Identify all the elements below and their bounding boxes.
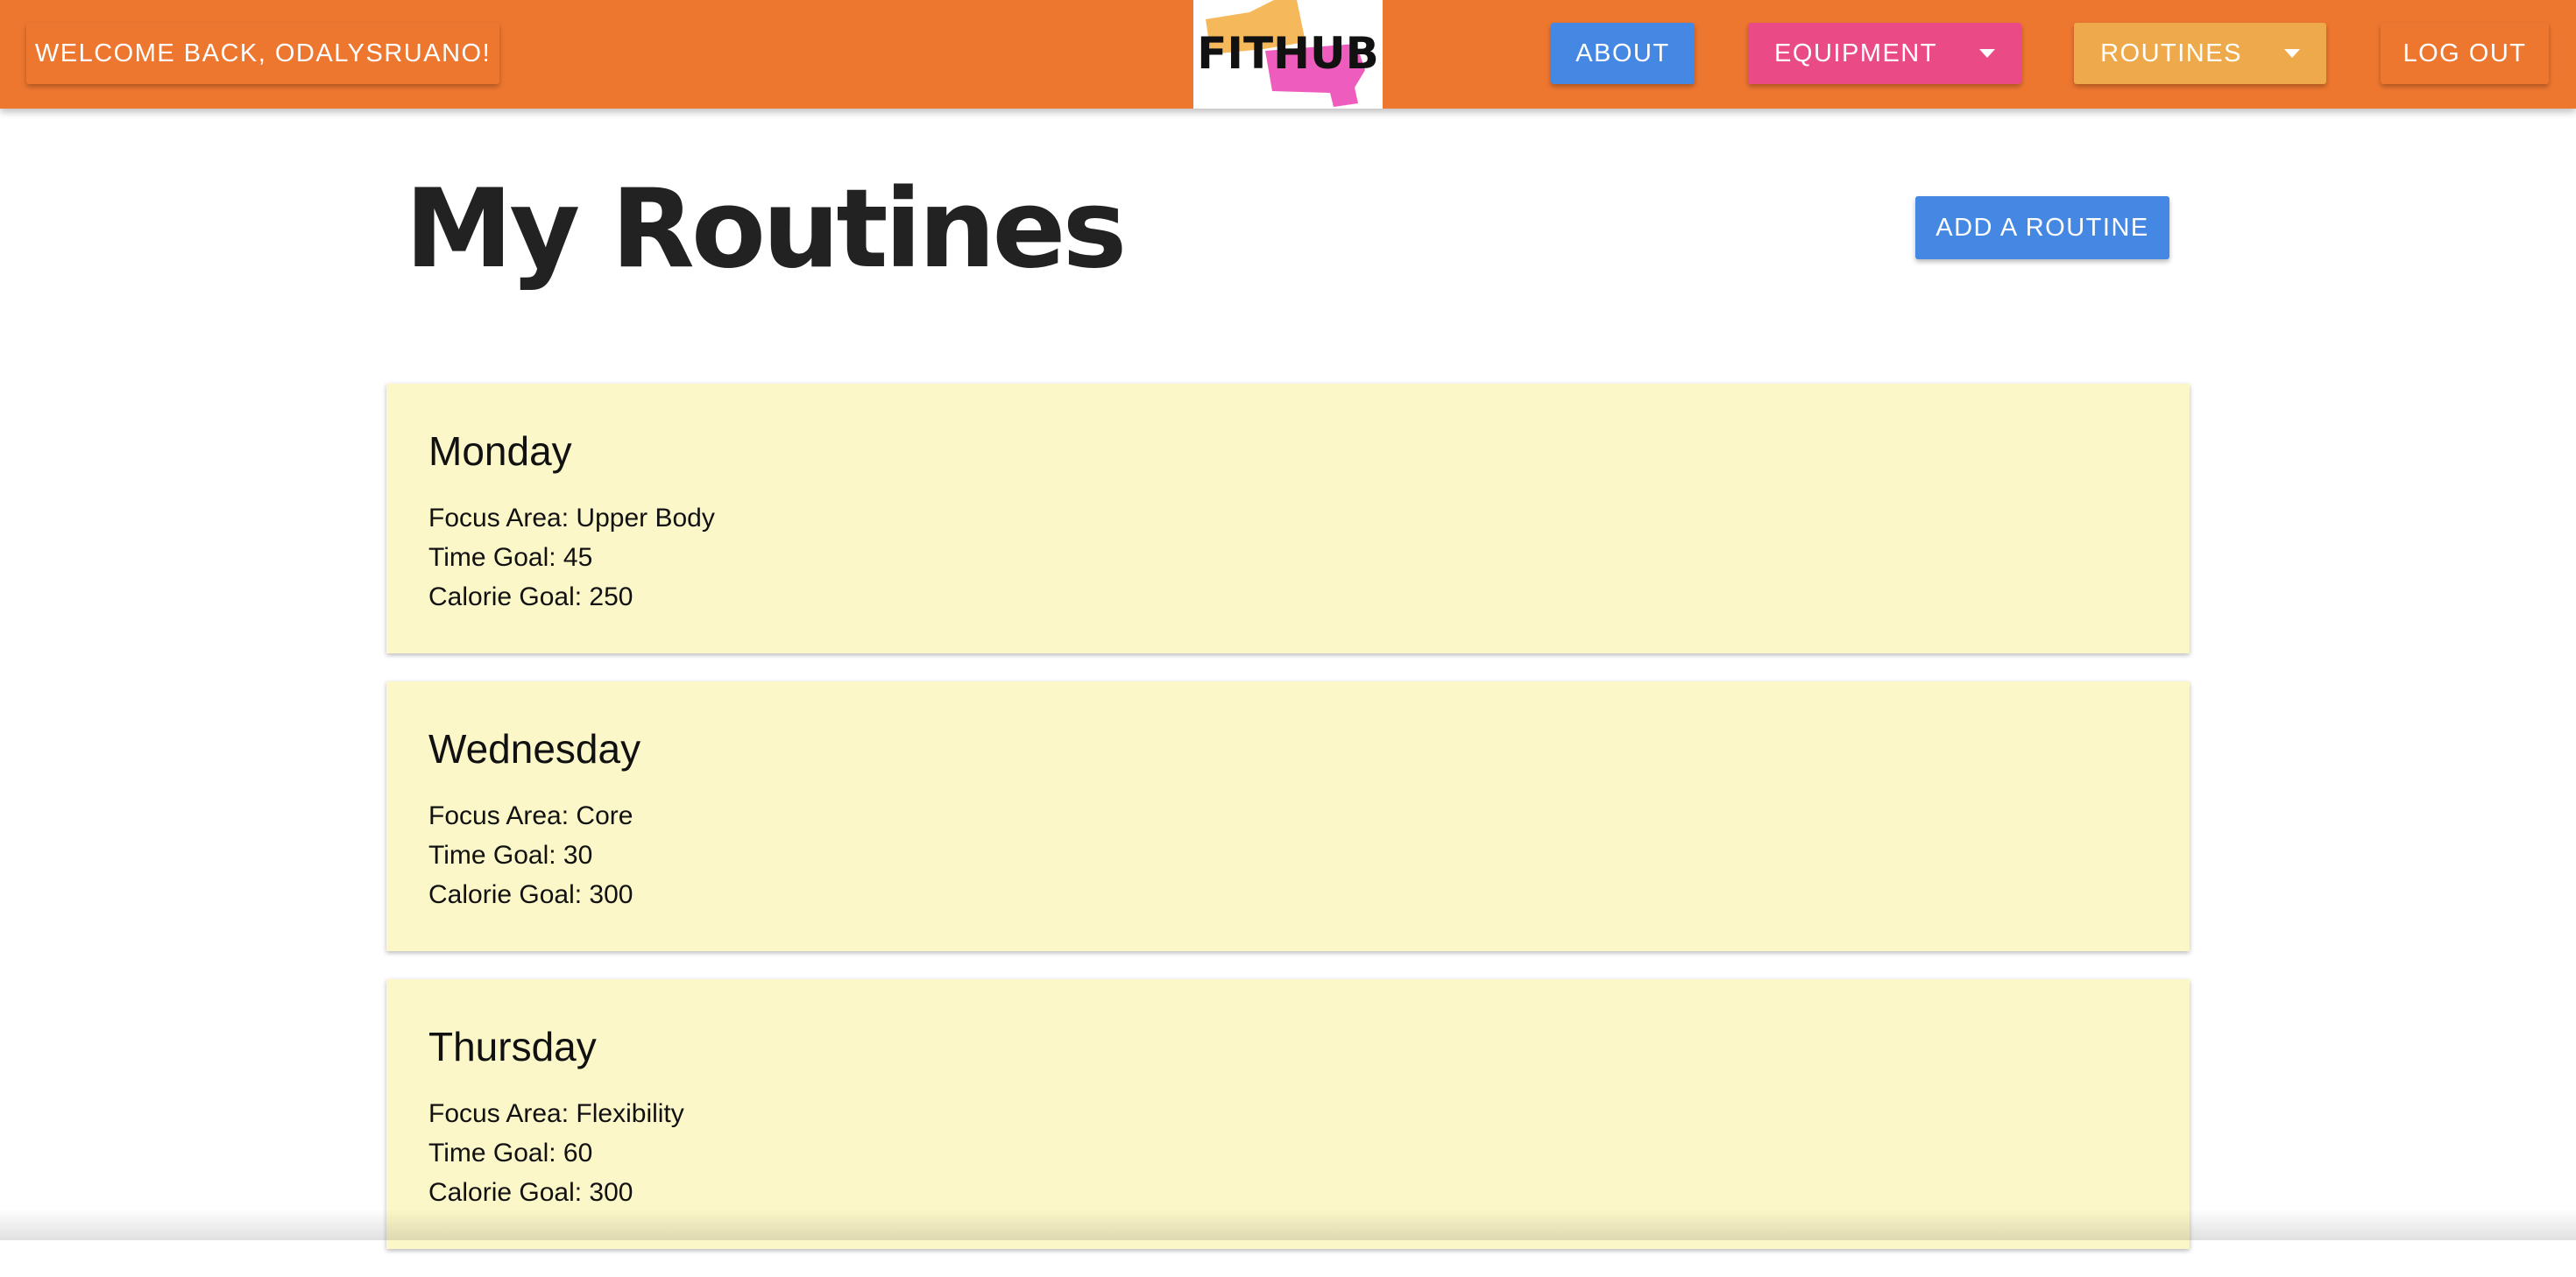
routine-day: Monday [428, 428, 572, 474]
routine-list: Monday Focus Area: Upper Body Time Goal:… [386, 384, 2190, 1277]
routine-time-goal: Time Goal: 30 [428, 841, 593, 871]
routine-calorie-goal: Calorie Goal: 250 [428, 582, 633, 612]
about-button[interactable]: ABOUT [1551, 23, 1695, 84]
chevron-down-icon [2283, 49, 2300, 58]
logo-text: FITHUB [1197, 28, 1378, 79]
logout-button[interactable]: LOG OUT [2381, 23, 2549, 84]
routine-focus-area: Focus Area: Upper Body [428, 504, 715, 533]
routine-focus-area: Focus Area: Flexibility [428, 1099, 684, 1129]
routine-day: Wednesday [428, 726, 641, 772]
chevron-down-icon [1978, 49, 1995, 58]
welcome-button[interactable]: WELCOME BACK, ODALYSRUANO! [26, 23, 499, 84]
routine-card[interactable]: Wednesday Focus Area: Core Time Goal: 30… [386, 681, 2190, 951]
equipment-dropdown[interactable]: EQUIPMENT [1748, 23, 2021, 84]
routine-time-goal: Time Goal: 45 [428, 543, 593, 573]
routine-card[interactable]: Monday Focus Area: Upper Body Time Goal:… [386, 384, 2190, 653]
routine-focus-area: Focus Area: Core [428, 801, 633, 831]
fithub-logo-graphic: FITHUB [1197, 0, 1379, 107]
routine-calorie-goal: Calorie Goal: 300 [428, 880, 633, 910]
routine-time-goal: Time Goal: 60 [428, 1139, 593, 1168]
routine-day: Thursday [428, 1024, 597, 1069]
equipment-label: EQUIPMENT [1774, 39, 1937, 67]
routine-card[interactable]: Thursday Focus Area: Flexibility Time Go… [386, 979, 2190, 1249]
routines-dropdown[interactable]: ROUTINES [2074, 23, 2326, 84]
routine-calorie-goal: Calorie Goal: 300 [428, 1178, 633, 1208]
page-title: My Routines [405, 166, 1127, 293]
add-routine-button[interactable]: ADD A ROUTINE [1915, 196, 2169, 259]
routines-label: ROUTINES [2100, 39, 2242, 67]
fithub-logo[interactable]: FITHUB [1193, 0, 1383, 109]
top-navbar: WELCOME BACK, ODALYSRUANO! FITHUB ABOUT … [0, 0, 2576, 109]
